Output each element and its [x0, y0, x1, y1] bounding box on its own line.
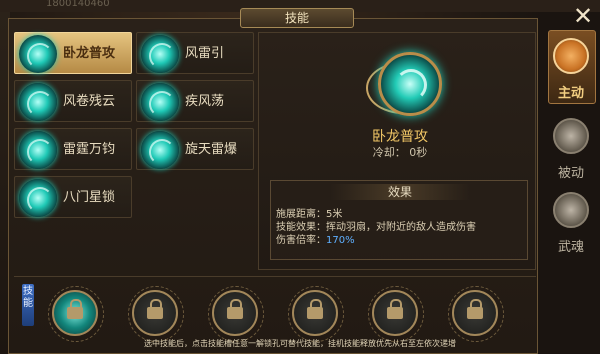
multiplier-value: 170%	[326, 235, 355, 246]
skill-item-jifengdang[interactable]: 疾风荡	[136, 80, 254, 122]
skill-label: 八门星锁	[63, 190, 116, 205]
skill-label: 卧龙普攻	[63, 46, 116, 61]
skill-item-xuantianleibao[interactable]: 旋天雷爆	[136, 128, 254, 170]
skill-item-fengjuanyun[interactable]: 风卷残云	[14, 80, 132, 122]
skill-item-bamenxingsuo[interactable]: 八门星锁	[14, 176, 132, 218]
cooldown-text: 冷却： 0秒	[372, 146, 428, 159]
multiplier-line: 伤害倍率：170%	[276, 231, 355, 246]
slot-bar-header: 技能	[22, 284, 34, 326]
lock-icon	[147, 299, 163, 319]
skill-slot-3[interactable]	[208, 286, 264, 342]
tab-soul-skills[interactable]: 武魂	[545, 192, 597, 272]
skill-slot-1[interactable]	[48, 286, 104, 342]
swirl-orb-icon	[378, 52, 442, 116]
lock-icon	[467, 299, 483, 319]
lock-icon	[307, 299, 323, 319]
lock-icon	[227, 299, 243, 319]
window-title: 技能	[240, 8, 354, 28]
lock-icon	[387, 299, 403, 319]
skill-label: 风卷残云	[63, 94, 116, 109]
skill-slot-5[interactable]	[368, 286, 424, 342]
tab-label: 武魂	[557, 240, 584, 255]
skill-item-fengleiyin[interactable]: 风雷引	[136, 32, 254, 74]
skill-slot-2[interactable]	[128, 286, 184, 342]
selected-skill-name: 卧龙普攻	[372, 129, 428, 145]
skill-label: 雷霆万钧	[63, 142, 116, 157]
close-button[interactable]: ✕	[570, 4, 596, 30]
whirlwind-icon	[19, 83, 57, 121]
skill-slot-4[interactable]	[288, 286, 344, 342]
spiral-blast-icon	[141, 131, 179, 169]
slot-hint-text: 选中技能后，点击技能槽任意一解锁孔可替代技能，挂机技能释放优先从右至左依次递增	[144, 339, 456, 348]
star-lock-icon	[19, 179, 57, 217]
tab-passive-skills[interactable]: 被动	[545, 118, 597, 198]
skill-label: 旋天雷爆	[185, 142, 238, 157]
skill-item-leitingwanjun[interactable]: 雷霆万钧	[14, 128, 132, 170]
effect-header: 效果	[330, 184, 470, 200]
skill-item-wolong-attack[interactable]: 卧龙普攻	[14, 32, 132, 74]
tab-label: 主动	[557, 86, 584, 101]
multiplier-label: 伤害倍率：	[276, 235, 326, 246]
tab-active-skills[interactable]: 主动	[545, 38, 597, 118]
tab-label: 被动	[557, 166, 584, 181]
skill-label: 疾风荡	[185, 94, 225, 109]
vortex-icon	[141, 35, 179, 73]
skill-label: 风雷引	[185, 46, 225, 61]
scroll-book-icon	[553, 38, 589, 74]
top-id-text: 1800140460	[46, 0, 110, 9]
swirl-orb-icon	[19, 35, 57, 73]
demon-mask-icon	[553, 192, 589, 228]
lock-icon	[67, 299, 83, 319]
selected-skill-emblem	[366, 50, 448, 124]
skill-slot-6[interactable]	[448, 286, 504, 342]
thunder-burst-icon	[19, 131, 57, 169]
wind-swirl-icon	[141, 83, 179, 121]
meditating-figure-icon	[553, 118, 589, 154]
